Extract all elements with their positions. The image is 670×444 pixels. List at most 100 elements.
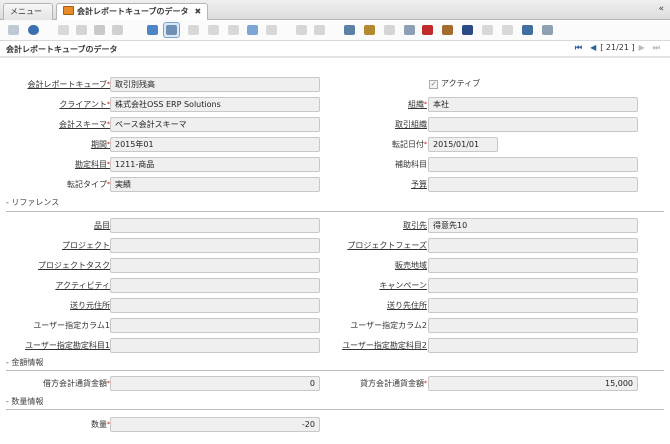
label-trx-org[interactable]: 取引組織 (395, 118, 427, 132)
label-user-element2[interactable]: ユーザー指定勘定科目2 (342, 339, 427, 353)
activity-field[interactable] (110, 278, 320, 293)
credit-amount-field[interactable]: 15,000 (428, 376, 638, 391)
document-icon (63, 6, 74, 15)
previous-record-icon[interactable]: ◀ (590, 43, 596, 52)
grid-toggle-icon[interactable] (245, 23, 260, 37)
campaign-field[interactable] (428, 278, 638, 293)
tab-menu[interactable]: メニュー (3, 3, 53, 20)
budget-field[interactable] (428, 177, 638, 192)
last-record-icon[interactable]: ⏭ (653, 43, 660, 52)
project-task-field[interactable] (110, 258, 320, 273)
client-field[interactable]: 株式会社OSS ERP Solutions (110, 97, 320, 112)
print-icon[interactable] (540, 23, 555, 37)
sub-account-field[interactable] (428, 157, 638, 172)
label-user-element1[interactable]: ユーザー指定勘定科目1 (25, 339, 110, 353)
window-title: 会計レポートキューブのデータ (6, 45, 118, 54)
section-quantity[interactable]: - 数量情報 (6, 396, 43, 407)
location-to-field[interactable] (428, 298, 638, 313)
bpartner-field[interactable]: 得意先10 (428, 218, 638, 233)
report-icon[interactable] (342, 23, 357, 37)
delete-icon[interactable] (110, 23, 125, 37)
label-project[interactable]: プロジェクト (62, 239, 110, 253)
sales-region-field[interactable] (428, 258, 638, 273)
label-location-from[interactable]: 送り元住所 (70, 299, 110, 313)
user2-field[interactable] (428, 318, 638, 333)
active-checkbox[interactable]: ✓ (429, 80, 438, 89)
help-icon[interactable] (26, 23, 41, 37)
label-posting-type: 転記タイプ* (67, 180, 110, 189)
parent-record-icon[interactable] (294, 23, 309, 37)
location-from-field[interactable] (110, 298, 320, 313)
user-element1-field[interactable] (110, 338, 320, 353)
label-client[interactable]: クライアント* (59, 98, 110, 112)
detail-record-icon[interactable] (312, 23, 327, 37)
collapse-icon[interactable]: « (658, 4, 664, 14)
label-org[interactable]: 組織* (408, 98, 427, 112)
label-active: アクティブ (441, 79, 481, 88)
label-period[interactable]: 期間* (91, 138, 110, 152)
label-posting-date: 転記日付* (392, 140, 427, 149)
archive-icon[interactable] (362, 23, 377, 37)
save-icon[interactable] (92, 23, 107, 37)
project-phase-field[interactable] (428, 238, 638, 253)
first-record-icon[interactable]: ⏮ (575, 43, 582, 52)
account-field[interactable]: 1211-商品 (110, 157, 320, 172)
label-campaign[interactable]: キャンペーン (379, 279, 427, 293)
next-record-icon[interactable]: ▶ (639, 43, 645, 52)
product-info-icon[interactable] (460, 23, 475, 37)
label-quantity: 数量* (91, 420, 110, 429)
label-project-phase[interactable]: プロジェクトフェーズ (347, 239, 427, 253)
quantity-field[interactable]: -20 (110, 417, 320, 432)
window-title-bar: 会計レポートキューブのデータ ⏮ ◀ [ 21/21 ] ▶ ⏭ (0, 41, 670, 57)
note-icon[interactable] (206, 23, 221, 37)
record-navigation: ⏮ ◀ [ 21/21 ] ▶ ⏭ (571, 43, 664, 53)
label-project-task[interactable]: プロジェクトタスク (38, 259, 110, 273)
ignore-icon[interactable] (6, 23, 21, 37)
org-field[interactable]: 本社 (428, 97, 638, 112)
label-activity[interactable]: アクティビティ (55, 279, 110, 293)
posting-type-field[interactable]: 実績 (110, 177, 320, 192)
workflow-icon[interactable] (420, 23, 435, 37)
zoom-across-icon[interactable] (402, 23, 417, 37)
period-field[interactable]: 2015年01 (110, 137, 320, 152)
label-report-cube[interactable]: 会計レポートキューブ* (27, 78, 110, 92)
close-icon[interactable]: ✖ (195, 7, 202, 16)
lock-icon[interactable] (500, 23, 515, 37)
chat-icon[interactable] (520, 23, 535, 37)
user1-field[interactable] (110, 318, 320, 333)
attachment-icon[interactable] (186, 23, 201, 37)
debit-amount-field[interactable]: 0 (110, 376, 320, 391)
history-icon[interactable] (226, 23, 241, 37)
label-debit-amount: 借方会計通貨金額* (43, 379, 110, 388)
label-budget[interactable]: 予算 (411, 178, 427, 192)
user-element2-field[interactable] (428, 338, 638, 353)
label-location-to[interactable]: 送り先住所 (387, 299, 427, 313)
new-icon[interactable] (56, 23, 71, 37)
label-sub-account: 補助科目 (395, 160, 427, 169)
tab-report-cube-data[interactable]: 会計レポートキューブのデータ ✖ (56, 3, 208, 21)
schema-field[interactable]: ベース会計スキーマ (110, 117, 320, 132)
project-field[interactable] (110, 238, 320, 253)
refresh-icon[interactable] (145, 23, 160, 37)
print-preview-icon[interactable] (382, 23, 397, 37)
tab-menu-label: メニュー (10, 7, 42, 16)
posting-date-field[interactable]: 2015/01/01 (428, 137, 498, 152)
record-form: 会計レポートキューブ* 取引別残高 ✓ アクティブ クライアント* 株式会社OS… (0, 57, 670, 444)
label-product[interactable]: 品目 (94, 219, 110, 233)
label-bpartner[interactable]: 取引先 (403, 219, 427, 233)
label-account[interactable]: 勘定科目* (75, 158, 110, 172)
report-cube-field[interactable]: 取引別残高 (110, 77, 320, 92)
mail-icon[interactable] (264, 23, 279, 37)
label-sales-region[interactable]: 販売地域 (395, 259, 427, 273)
section-reference[interactable]: - リファレンス (6, 197, 59, 208)
archived-doc-icon[interactable] (480, 23, 495, 37)
request-icon[interactable] (440, 23, 455, 37)
find-icon[interactable] (163, 22, 180, 38)
section-amount[interactable]: - 金額情報 (6, 357, 43, 368)
trx-org-field[interactable] (428, 117, 638, 132)
label-schema[interactable]: 会計スキーマ* (59, 118, 110, 132)
copy-icon[interactable] (74, 23, 89, 37)
label-user2: ユーザー指定カラム2 (350, 321, 427, 330)
section-divider (6, 211, 664, 212)
product-field[interactable] (110, 218, 320, 233)
